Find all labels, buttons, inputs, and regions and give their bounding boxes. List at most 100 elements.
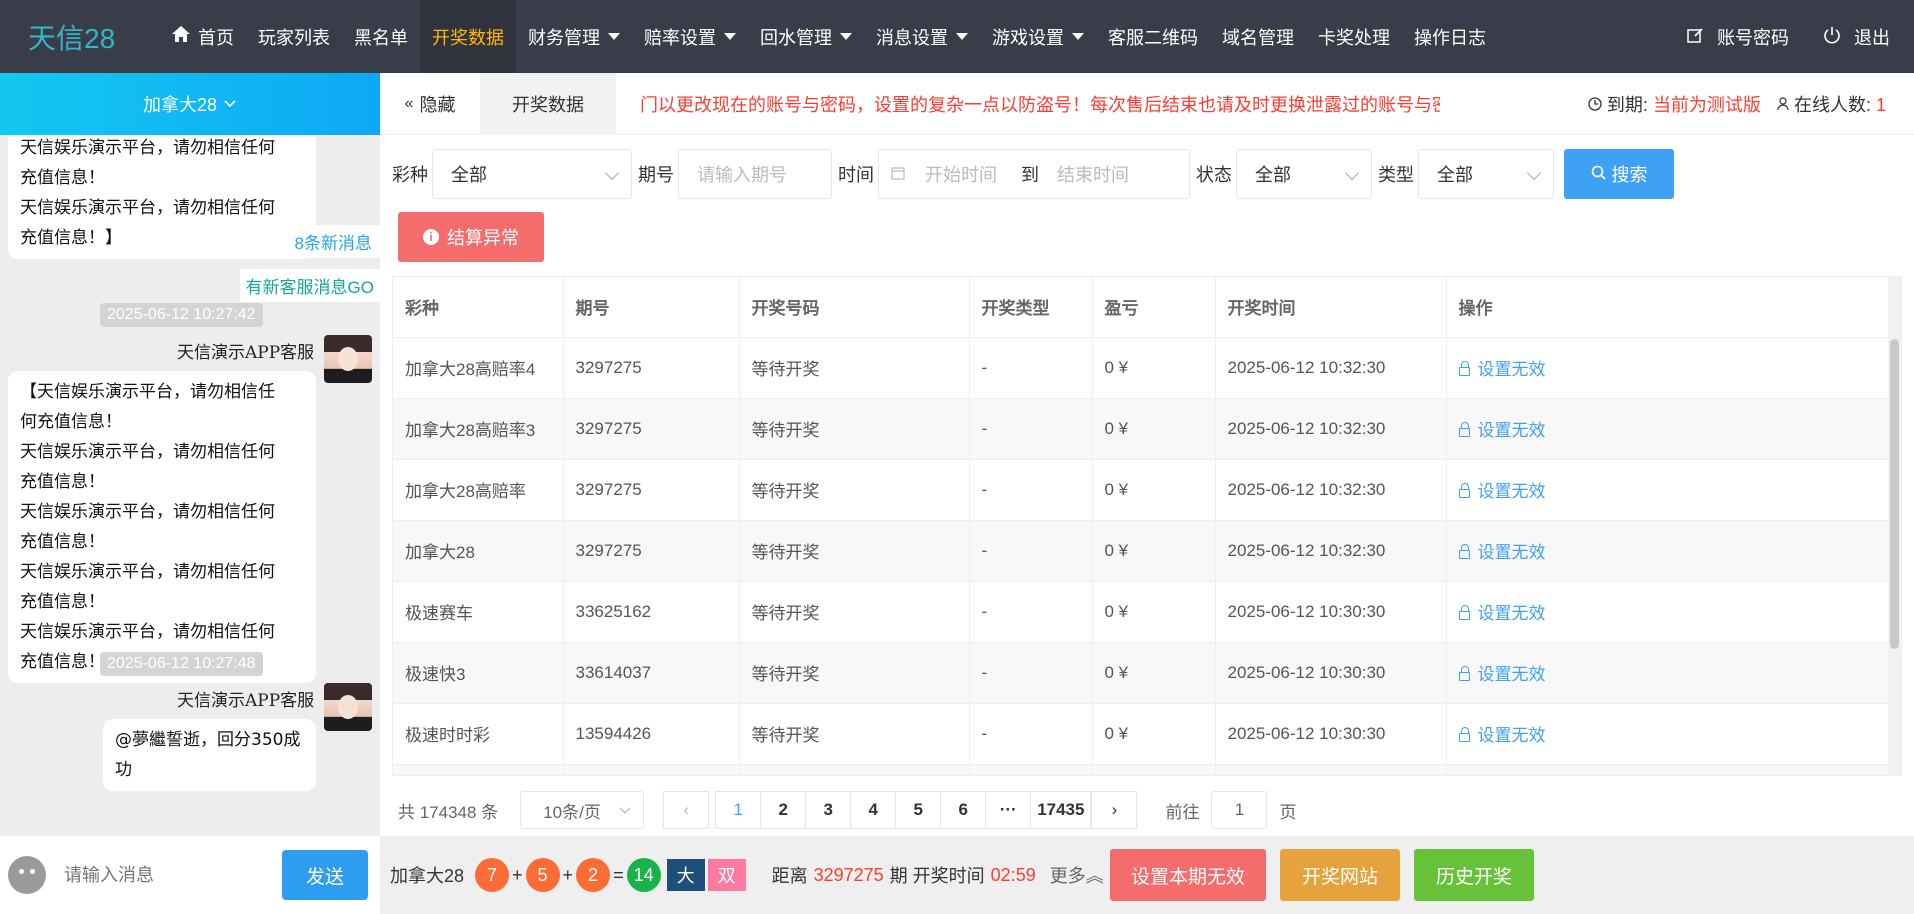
chat-messages[interactable]: 天信娱乐演示平台，请勿相信任何 充值信息！ 天信娱乐演示平台，请勿相信任何 充值信息！… — [0, 135, 380, 836]
cell-lottery: 加拿大28 — [393, 520, 564, 582]
period-label: 期号 — [638, 165, 674, 185]
emoji-icon[interactable] — [8, 856, 46, 894]
goto-page: 前往 1 页 — [1165, 791, 1296, 829]
start-time-input[interactable]: 开始时间 — [925, 161, 997, 187]
tab-lottery-data[interactable]: 开奖数据 — [480, 72, 616, 135]
set-invalid-link[interactable]: 设置无效 — [1458, 604, 1546, 623]
main-nav: 首页 玩家列表 黑名单 开奖数据 财务管理 赔率设置 回水管理 消息设置 游戏设… — [160, 0, 1498, 73]
table-row — [393, 764, 1901, 775]
col-draw-type: 开奖类型 — [969, 277, 1093, 338]
page-button[interactable]: 4 — [850, 791, 897, 829]
nav-finance[interactable]: 财务管理 — [516, 0, 632, 73]
status-select[interactable]: 全部 — [1236, 149, 1372, 199]
nav-rebate[interactable]: 回水管理 — [748, 0, 864, 73]
chevron-down-icon — [1526, 165, 1542, 181]
chevron-down-icon — [724, 33, 736, 40]
page-button[interactable]: 2 — [760, 791, 807, 829]
nav-operation-log[interactable]: 操作日志 — [1402, 0, 1498, 73]
page-button[interactable]: 17435 — [1030, 791, 1092, 829]
avatar — [324, 335, 372, 383]
next-page-button[interactable]: › — [1091, 791, 1138, 829]
cell-draw-time: 2025-06-12 10:30:30 — [1215, 642, 1447, 704]
goto-label: 前往 — [1165, 802, 1200, 822]
message-input[interactable] — [64, 864, 264, 886]
cell-period: 13594426 — [563, 703, 740, 765]
set-invalid-link[interactable]: 设置无效 — [1458, 726, 1546, 745]
nav-stuck-draw[interactable]: 卡奖处理 — [1306, 0, 1402, 73]
new-messages-tag[interactable]: 8条新消息 — [286, 225, 380, 258]
nav-lottery-data[interactable]: 开奖数据 — [420, 0, 516, 73]
logout-link[interactable]: 退出 — [1823, 24, 1890, 50]
cell-period: 33625162 — [563, 581, 740, 643]
page-ellipsis[interactable]: ··· — [985, 791, 1032, 829]
send-button[interactable]: 发送 — [282, 850, 368, 900]
odd-even-badge: 双 — [707, 859, 746, 891]
cell-lottery: 加拿大28高赔率 — [393, 459, 564, 521]
set-invalid-link[interactable]: 设置无效 — [1458, 421, 1546, 440]
nav-blacklist[interactable]: 黑名单 — [342, 0, 420, 73]
new-service-message-tag[interactable]: 有新客服消息GO — [239, 269, 380, 302]
chat-input-bar: 发送 — [0, 836, 380, 914]
table-scrollbar[interactable] — [1888, 277, 1901, 775]
table-row: 极速时时彩 13594426 等待开奖 -0 ¥2025-06-12 10:30:30… — [393, 703, 1901, 765]
cell-draw-time: 2025-06-12 10:32:30 — [1215, 337, 1447, 399]
cell-lottery: 极速时时彩 — [393, 703, 564, 765]
range-separator: 到 — [1021, 165, 1039, 185]
scrollbar-thumb[interactable] — [1890, 339, 1899, 649]
draw-website-button[interactable]: 开奖网站 — [1280, 849, 1400, 901]
col-period: 期号 — [563, 277, 740, 338]
page-size-select[interactable]: 10条/页 — [520, 791, 645, 829]
more-toggle[interactable]: 更多︽ — [1050, 862, 1104, 888]
countdown: 02:59 — [990, 864, 1036, 885]
page-button[interactable]: 1 — [715, 791, 762, 829]
nav-game-settings[interactable]: 游戏设置 — [980, 0, 1096, 73]
col-numbers: 开奖号码 — [739, 277, 970, 338]
hide-sidebar-button[interactable]: « 隐藏 — [380, 73, 480, 135]
account-password-link[interactable]: 账号密码 — [1687, 24, 1789, 50]
cell-numbers: 等待开奖 — [739, 703, 970, 765]
page-button[interactable]: 6 — [940, 791, 987, 829]
set-invalid-link[interactable]: 设置无效 — [1458, 665, 1546, 684]
power-icon — [1823, 26, 1846, 48]
cell-profit: 0 ¥ — [1092, 398, 1216, 460]
cell-draw-type: - — [969, 581, 1093, 643]
nav-home[interactable]: 首页 — [160, 0, 246, 73]
settlement-abnormal-button[interactable]: i 结算异常 — [398, 212, 544, 262]
search-button[interactable]: 搜索 — [1564, 149, 1674, 199]
history-draws-button[interactable]: 历史开奖 — [1414, 849, 1534, 901]
nav-domain[interactable]: 域名管理 — [1210, 0, 1306, 73]
date-range-picker[interactable]: 开始时间 到 结束时间 — [878, 149, 1190, 199]
set-period-invalid-button[interactable]: 设置本期无效 — [1110, 849, 1266, 901]
cell-draw-time: 2025-06-12 10:32:30 — [1215, 459, 1447, 521]
info-icon: i — [423, 229, 439, 245]
page-button[interactable]: 3 — [805, 791, 852, 829]
time-label: 时间 — [838, 165, 874, 185]
filter-bar: 彩种 全部 期号 请输入期号 时间 开始时间 到 结束时间 状态 全部 类型 全… — [392, 149, 1674, 199]
pagination: 共 174348 条 10条/页 ‹ 1 2 3 4 5 6 ··· 17435… — [398, 791, 1296, 829]
page-button[interactable]: 5 — [895, 791, 942, 829]
goto-page-input[interactable]: 1 — [1211, 791, 1268, 829]
search-icon — [1591, 164, 1606, 185]
prev-page-button[interactable]: ‹ — [663, 791, 710, 829]
set-invalid-link[interactable]: 设置无效 — [1458, 543, 1546, 562]
period-input[interactable]: 请输入期号 — [678, 149, 832, 199]
nav-service-qr[interactable]: 客服二维码 — [1096, 0, 1210, 73]
set-invalid-link[interactable]: 设置无效 — [1458, 360, 1546, 379]
cell-numbers: 等待开奖 — [739, 642, 970, 704]
nav-odds[interactable]: 赔率设置 — [632, 0, 748, 73]
col-action: 操作 — [1446, 277, 1901, 338]
cell-profit: 0 ¥ — [1092, 459, 1216, 521]
cell-numbers: 等待开奖 — [739, 581, 970, 643]
game-selector[interactable]: 加拿大28 — [0, 73, 380, 135]
draw-status-bar: 加拿大28 7 + 5 + 2 = 14 大 双 距离 3297275 期 开奖时间 … — [380, 836, 1914, 914]
end-time-input[interactable]: 结束时间 — [1057, 161, 1129, 187]
set-invalid-link[interactable]: 设置无效 — [1458, 482, 1546, 501]
lottery-select[interactable]: 全部 — [432, 149, 632, 199]
cell-draw-time: 2025-06-12 10:32:30 — [1215, 520, 1447, 582]
nav-messages[interactable]: 消息设置 — [864, 0, 980, 73]
type-select[interactable]: 全部 — [1418, 149, 1554, 199]
timestamp: 2025-06-12 10:27:42 — [100, 303, 263, 327]
cell-lottery: 加拿大28高赔率4 — [393, 337, 564, 399]
nav-players[interactable]: 玩家列表 — [246, 0, 342, 73]
chevron-down-icon — [1072, 33, 1084, 40]
